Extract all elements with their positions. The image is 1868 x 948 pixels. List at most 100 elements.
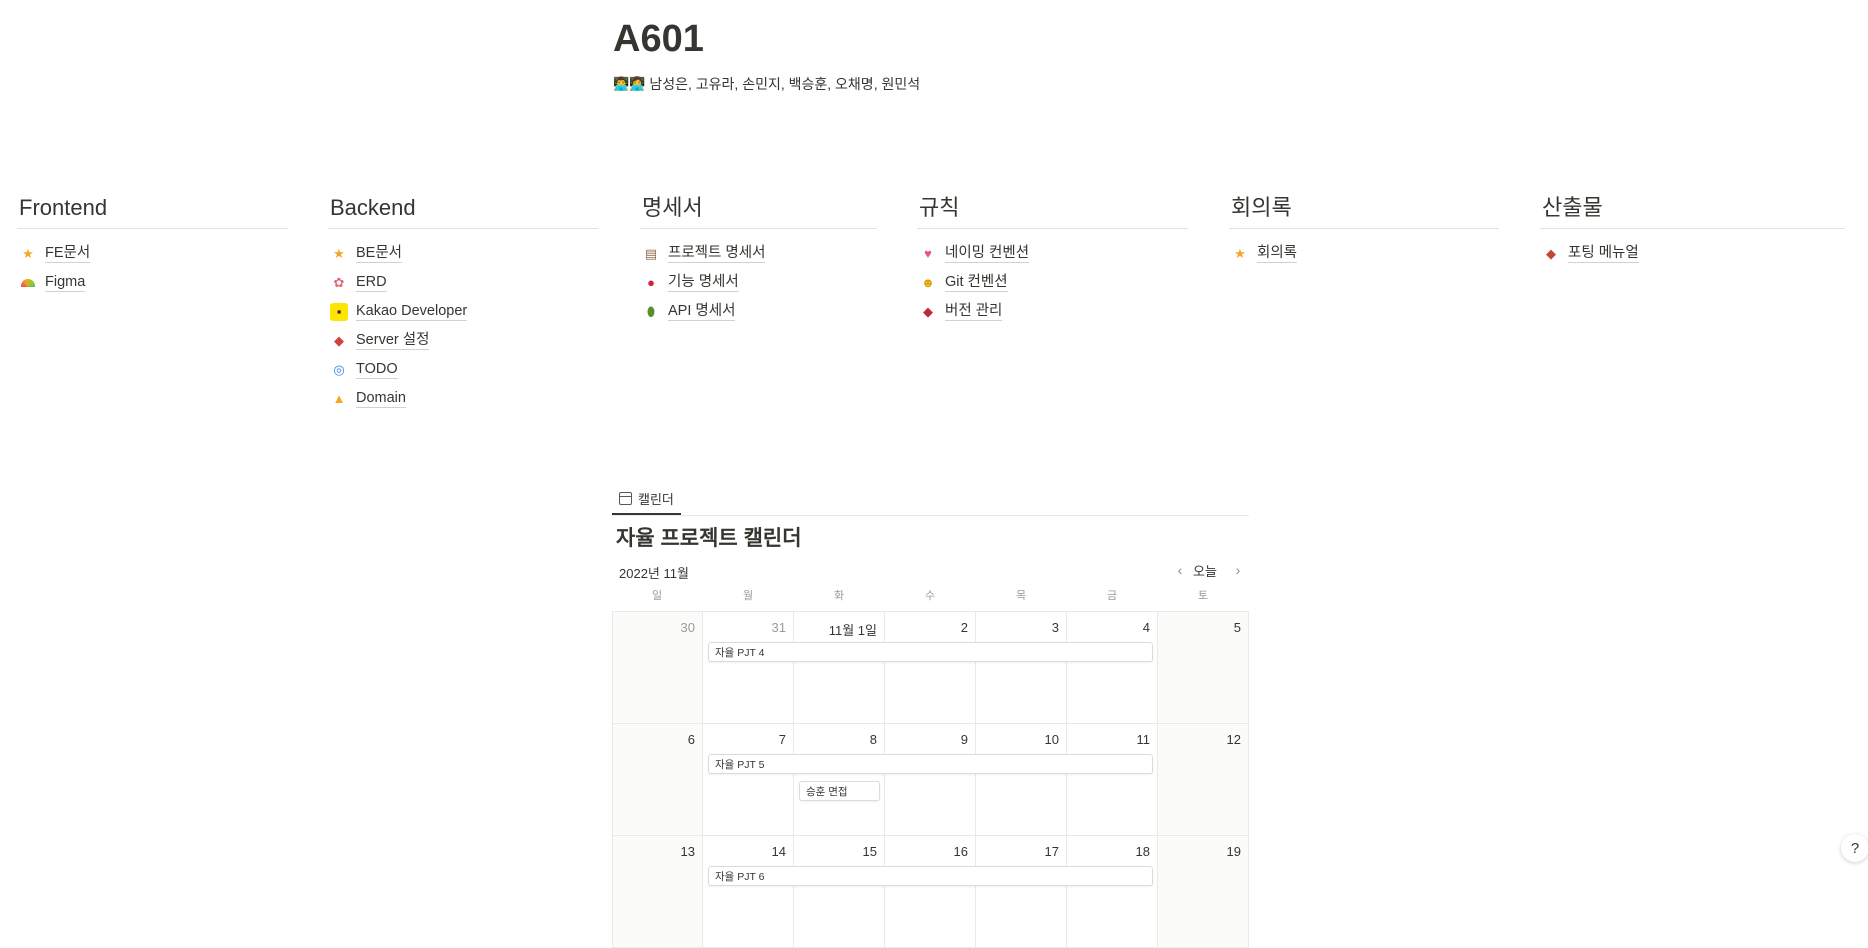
calendar-day-cell[interactable]: 18 [1067,836,1158,948]
column-heading: 명세서 [640,190,877,229]
link-domain[interactable]: ▲ Domain [328,384,598,413]
calendar-event[interactable]: 승훈 면접 [799,781,880,801]
calendar-day-cell[interactable]: 19 [1158,836,1249,948]
calendar-day-cell[interactable]: 31 [703,612,794,724]
chevron-left-icon[interactable]: ‹ [1173,562,1187,578]
today-button[interactable]: 오늘 [1193,561,1217,580]
weekday-label: 월 [742,590,754,602]
day-number: 11월 1일 [828,623,877,638]
calendar-day-cell[interactable]: 30 [612,612,703,724]
heart-icon: ♥ [924,246,932,261]
link-kakao-developer[interactable]: ▪ Kakao Developer [328,297,598,326]
kakao-icon: ▪ [330,302,348,321]
calendar-day-cell[interactable]: 3 [976,612,1067,724]
link-fe-docs[interactable]: ★ FE문서 [17,239,288,268]
calendar-day-cell[interactable]: 12 [1158,724,1249,836]
calendar-day-cell[interactable]: 13 [612,836,703,948]
day-number: 17 [1044,844,1059,859]
calendar-month: 2022년 11월 [619,566,689,581]
calendar-event[interactable]: 자율 PJT 6 [708,866,1153,886]
column-heading: 규칙 [917,190,1188,229]
day-number: 16 [953,844,968,859]
clipboard-icon: ▤ [644,245,658,261]
calendar-icon [619,491,632,505]
ticket-icon: ◆ [923,303,933,319]
day-number: 30 [680,620,695,635]
calendar-event[interactable]: 자율 PJT 4 [708,642,1153,662]
column-backend: Backend ★ BE문서 ✿ ERD ▪ Kakao Developer ◆ Ser… [328,190,598,413]
calendar-day-cell[interactable]: 16 [885,836,976,948]
day-number: 9 [960,732,968,747]
calendar-day-cell[interactable]: 9 [885,724,976,836]
link-be-docs[interactable]: ★ BE문서 [328,239,598,268]
cyclone-icon: ◎ [333,361,345,377]
calendar-day-cell[interactable]: 8 [794,724,885,836]
link-api-spec[interactable]: ⬮ API 명세서 [640,297,877,326]
help-button[interactable]: ? [1841,834,1868,862]
members-text: 남성은, 고유라, 손민지, 백승훈, 오채명, 원민석 [649,76,921,92]
calendar-day-cell[interactable]: 4 [1067,612,1158,724]
link-erd[interactable]: ✿ ERD [328,268,598,297]
day-number: 14 [771,844,786,859]
column-heading: 회의록 [1229,190,1499,229]
weekday-label: 수 [924,590,936,602]
calendar-day-cell[interactable]: 6 [612,724,703,836]
car-icon: ◆ [334,332,344,348]
link-porting-manual[interactable]: ◆ 포팅 메뉴얼 [1540,239,1845,268]
apple-icon: ● [647,275,655,290]
day-number: 8 [869,732,877,747]
link-figma[interactable]: Figma [17,268,288,297]
link-server-settings[interactable]: ◆ Server 설정 [328,326,598,355]
star-icon: ★ [22,245,34,261]
link-feature-spec[interactable]: ● 기능 명세서 [640,268,877,297]
calendar-day-cell[interactable]: 2 [885,612,976,724]
link-git-convention[interactable]: ☻ Git 컨벤션 [917,268,1188,297]
day-number: 12 [1226,732,1241,747]
chevron-right-icon[interactable]: › [1231,562,1245,578]
day-number: 4 [1142,620,1150,635]
column-rules: 규칙 ♥ 네이밍 컨벤션 ☻ Git 컨벤션 ◆ 버전 관리 [917,190,1188,326]
calendar-day-cell[interactable]: 15 [794,836,885,948]
developer-emoji-icon: 👨‍💻👩‍💻 [613,76,646,91]
calendar-day-cell[interactable]: 10 [976,724,1067,836]
column-heading: Frontend [17,190,288,229]
link-meeting-notes[interactable]: ★ 회의록 [1229,239,1499,268]
link-project-spec[interactable]: ▤ 프로젝트 명세서 [640,239,877,268]
tab-calendar[interactable]: 캘린더 [612,483,681,515]
day-number: 6 [687,732,695,747]
star-icon: ★ [1234,245,1246,261]
weekday-label: 토 [1197,590,1209,602]
column-meetings: 회의록 ★ 회의록 [1229,190,1499,268]
calendar-day-cell[interactable]: 7 [703,724,794,836]
rainbow-icon [21,278,35,287]
day-number: 11 [1136,732,1151,747]
calendar-event[interactable]: 자율 PJT 5 [708,754,1153,774]
calendar-day-cell[interactable]: 11월 1일 [794,612,885,724]
column-specs: 명세서 ▤ 프로젝트 명세서 ● 기능 명세서 ⬮ API 명세서 [640,190,877,326]
view-tabbar: 캘린더 [612,483,1249,516]
column-heading: Backend [328,190,598,229]
day-number: 5 [1233,620,1241,635]
link-version-management[interactable]: ◆ 버전 관리 [917,297,1188,326]
weekday-label: 목 [1015,590,1027,602]
avocado-icon: ⬮ [646,303,656,319]
day-number: 3 [1051,620,1059,635]
day-number: 19 [1226,844,1241,859]
calendar-day-cell[interactable]: 11 [1067,724,1158,836]
link-todo[interactable]: ◎ TODO [328,355,598,384]
page-title: A601 [613,18,704,60]
calendar-title: 자율 프로젝트 캘린더 [616,527,802,550]
grin-icon: ☻ [921,275,935,290]
column-deliverables: 산출물 ◆ 포팅 메뉴얼 [1540,190,1845,268]
calendar-day-cell[interactable]: 5 [1158,612,1249,724]
members-line: 👨‍💻👩‍💻 남성은, 고유라, 손민지, 백승훈, 오채명, 원민석 [613,74,920,94]
calendar-grid: 30 31 11월 1일 2 3 4 5 6 7 8 9 10 11 12 13 14 15 16 17 18 19 자율… [612,611,1249,948]
calendar-day-cell[interactable]: 14 [703,836,794,948]
calendar-day-cell[interactable]: 17 [976,836,1067,948]
day-number: 10 [1044,732,1059,747]
link-naming-convention[interactable]: ♥ 네이밍 컨벤션 [917,239,1188,268]
day-number: 13 [680,844,695,859]
weekday-label: 일 [651,590,663,602]
weekday-label: 금 [1106,590,1118,602]
star-icon: ★ [333,245,345,261]
